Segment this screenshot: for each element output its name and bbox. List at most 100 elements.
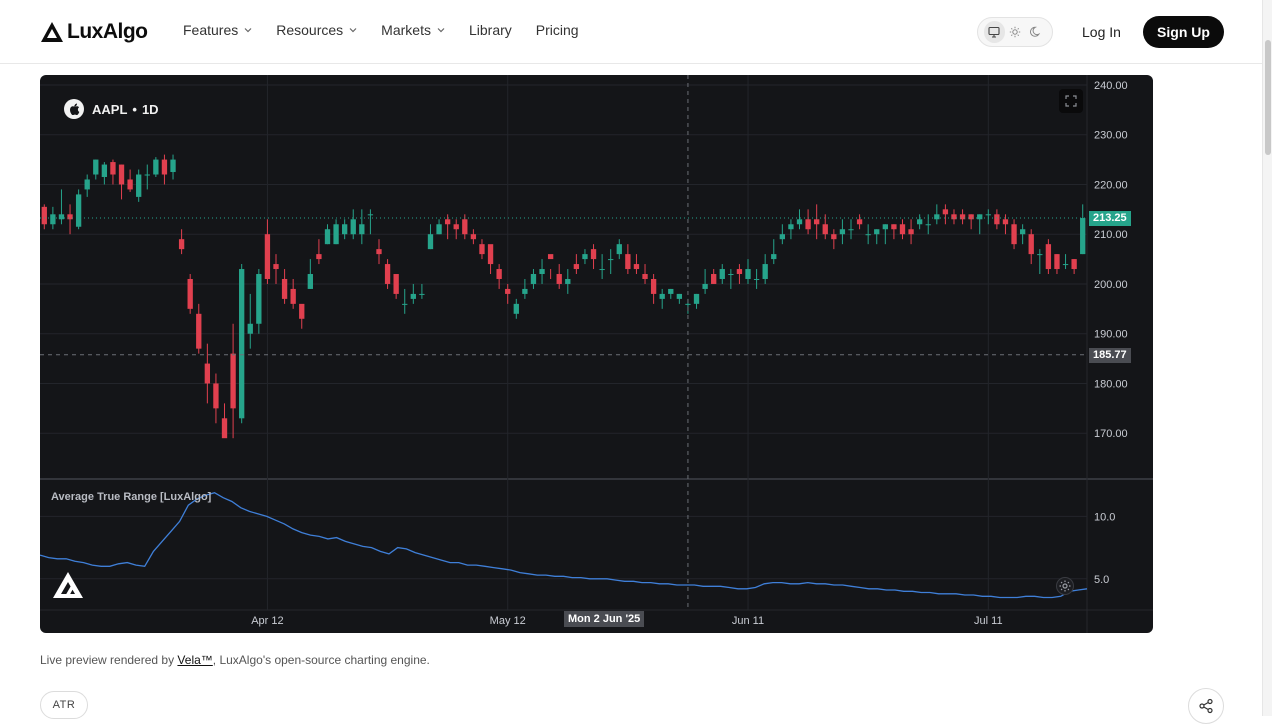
candle xyxy=(178,229,185,255)
nav-markets[interactable]: Markets xyxy=(381,22,445,38)
candle-body xyxy=(1045,244,1052,270)
luxalgo-watermark-icon xyxy=(52,571,84,604)
candle xyxy=(410,283,416,304)
candle xyxy=(376,239,382,265)
atr-tag[interactable]: ATR xyxy=(40,691,88,719)
candle xyxy=(496,264,502,289)
chevron-down-icon xyxy=(244,28,252,33)
price-tick-label: 180.00 xyxy=(1094,378,1128,390)
chart-canvas[interactable]: 240.00 230.00 220.00 210.00 200.00 190.00 180.… xyxy=(40,75,1153,633)
candle xyxy=(84,174,90,197)
theme-system-option[interactable] xyxy=(984,21,1005,43)
candle-body xyxy=(93,159,99,175)
candle xyxy=(299,303,305,329)
luxalgo-logo[interactable]: LuxAlgo xyxy=(40,18,148,46)
scrollbar-thumb[interactable] xyxy=(1265,40,1271,155)
candle xyxy=(1028,229,1034,265)
indicator-settings-button[interactable] xyxy=(1056,577,1074,600)
candle xyxy=(616,239,622,260)
fullscreen-button[interactable] xyxy=(1059,89,1083,113)
page-scrollbar[interactable] xyxy=(1262,0,1272,716)
nav-library-label: Library xyxy=(468,22,512,38)
candle-body xyxy=(633,264,640,270)
candle xyxy=(402,288,408,314)
candle-body xyxy=(101,164,108,177)
candle xyxy=(118,164,125,200)
time-tick-label: Apr 12 xyxy=(251,615,283,627)
nav-features[interactable]: Features xyxy=(183,22,252,38)
candle xyxy=(1071,259,1077,275)
candle-body xyxy=(239,269,245,419)
candle xyxy=(642,264,648,284)
candle-body xyxy=(84,179,90,190)
theme-light-option[interactable] xyxy=(1005,21,1026,43)
candle-body xyxy=(256,274,262,324)
candle-body xyxy=(487,244,494,265)
candle xyxy=(264,219,271,284)
candle-body xyxy=(1011,224,1017,245)
chart-caption: Live preview rendered by Vela™, LuxAlgo'… xyxy=(40,653,430,667)
candle xyxy=(994,209,1000,230)
candle-body xyxy=(899,224,906,235)
chart-panel[interactable]: 240.00 230.00 220.00 210.00 200.00 190.00 180.… xyxy=(40,75,1153,633)
candle-body xyxy=(736,269,743,275)
candle-body xyxy=(977,214,983,220)
candle xyxy=(959,209,966,225)
chart-axes: 240.00 230.00 220.00 210.00 200.00 190.00 180.… xyxy=(251,80,1127,627)
candle-body xyxy=(496,269,502,279)
nav-pricing[interactable]: Pricing xyxy=(536,22,579,38)
price-tick-label: 220.00 xyxy=(1094,179,1128,191)
candle xyxy=(839,219,846,245)
candle-body xyxy=(994,214,1000,225)
nav-library[interactable]: Library xyxy=(469,22,512,38)
candle-body xyxy=(839,229,846,235)
candle-body xyxy=(925,224,931,226)
sun-icon xyxy=(1009,26,1021,38)
site-header: LuxAlgo Features Resources Markets Libra… xyxy=(0,0,1262,64)
candle-body xyxy=(805,219,811,230)
candle xyxy=(153,157,159,177)
candle xyxy=(719,264,725,284)
candle xyxy=(788,219,794,240)
candle xyxy=(968,214,974,230)
candle-body xyxy=(642,274,648,279)
candle xyxy=(75,189,82,230)
theme-dark-option[interactable] xyxy=(1025,21,1046,43)
candle xyxy=(985,209,991,225)
candle xyxy=(951,209,957,225)
signup-button[interactable]: Sign Up xyxy=(1143,16,1224,48)
candle xyxy=(393,274,399,299)
candle xyxy=(256,269,262,334)
login-link[interactable]: Log In xyxy=(1082,24,1121,40)
caption-suffix: , LuxAlgo's open-source charting engine. xyxy=(212,653,430,667)
candle-body xyxy=(221,418,228,439)
candle xyxy=(58,189,65,225)
candle xyxy=(470,229,477,245)
symbol-header[interactable]: AAPL • 1D xyxy=(64,99,159,119)
nav-resources[interactable]: Resources xyxy=(276,22,357,38)
candle xyxy=(745,259,751,284)
price-tick-label: 200.00 xyxy=(1094,279,1128,291)
candle xyxy=(213,373,219,424)
candle xyxy=(977,214,983,235)
candle xyxy=(144,164,150,190)
candle xyxy=(796,209,803,230)
candle xyxy=(530,269,537,289)
nav-features-label: Features xyxy=(183,22,239,38)
vela-link[interactable]: Vela™ xyxy=(177,653,212,667)
candle-body xyxy=(1062,264,1069,266)
fullscreen-icon xyxy=(1065,95,1077,107)
time-tick-label: Jul 11 xyxy=(974,615,1003,627)
candle-body xyxy=(848,229,854,231)
candle xyxy=(127,169,133,192)
candle-body xyxy=(419,293,425,295)
candle-body xyxy=(616,244,622,255)
candle-body xyxy=(144,174,150,176)
share-button[interactable] xyxy=(1188,688,1224,724)
candle-body xyxy=(178,239,185,250)
candle xyxy=(479,239,485,260)
candle-body xyxy=(513,303,519,314)
candle-body xyxy=(814,219,820,225)
candle-body xyxy=(110,162,116,175)
candle-body xyxy=(788,224,794,230)
